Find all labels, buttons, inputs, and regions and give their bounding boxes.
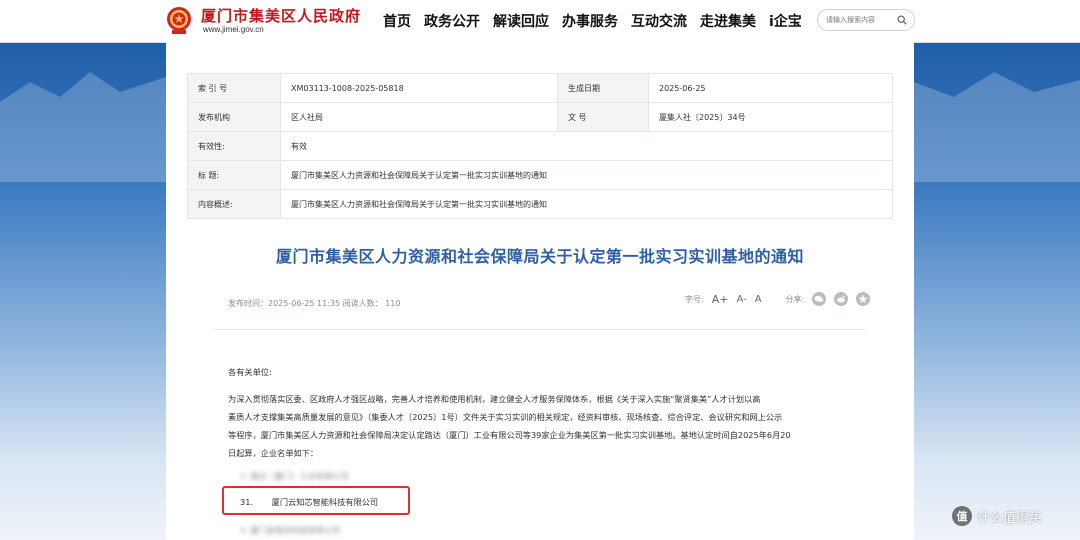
meta-docno-value: 厦集人社〔2025〕34号 (648, 102, 893, 132)
list-item-blurred: 4. 厦门金银岛科技有限公司 (240, 525, 341, 535)
meta-docno-label: 文 号 (557, 102, 649, 132)
meta-index-label: 索 引 号 (187, 73, 281, 103)
site-title[interactable]: 厦门市集美区人民政府 (201, 5, 361, 26)
font-default-button[interactable]: A (755, 294, 762, 305)
nav-interpretation[interactable]: 解读回应 (493, 11, 549, 31)
meta-agency-label: 发布机构 (187, 102, 281, 132)
meta-date-label: 生成日期 (557, 73, 649, 103)
highlight-annotation-box (222, 486, 410, 515)
architecture-decoration-right (914, 72, 1080, 182)
article-greeting: 各有关单位: (228, 367, 272, 377)
main-nav: 首页 政务公开 解读回应 办事服务 互动交流 走进集美 i企宝 (383, 11, 802, 31)
meta-title-value: 厦门市集美区人力资源和社会保障局关于认定第一批实习实训基地的通知 (280, 160, 893, 190)
architecture-decoration-left (0, 72, 166, 182)
content-panel: 索 引 号 XM03113-1008-2025-05818 生成日期 2025-… (166, 42, 914, 540)
nav-i-enterprise[interactable]: i企宝 (769, 11, 802, 31)
share-label: 分享: (785, 294, 805, 304)
national-emblem-icon (167, 7, 191, 34)
search-box (817, 9, 915, 31)
paragraph-line: 素质人才支撑集美高质量发展的意见》（集委人才〔2025〕1号）文件关于实习实训的… (228, 412, 783, 422)
font-increase-button[interactable]: A+ (712, 293, 729, 306)
font-size-label: 字号: (685, 294, 704, 304)
meta-agency-value: 区人社局 (280, 102, 558, 132)
wechat-icon[interactable] (812, 292, 827, 306)
meta-summary-value: 厦门市集美区人力资源和社会保障局关于认定第一批实习实训基地的通知 (280, 189, 893, 219)
meta-index-value: XM03113-1008-2025-05818 (280, 73, 558, 103)
meta-summary-label: 内容概述: (187, 189, 281, 219)
paragraph-line: 日起算，企业名单如下： (228, 448, 319, 458)
document-metadata-table: 索 引 号 XM03113-1008-2025-05818 生成日期 2025-… (187, 73, 893, 219)
site-domain: www.jimei.gov.cn (203, 25, 264, 34)
watermark-logo: 值 (952, 506, 972, 526)
article-divider (214, 329, 865, 330)
qzone-icon[interactable] (856, 292, 871, 306)
article-tools: 字号: A+ A- A 分享: (685, 292, 871, 306)
nav-about-jimei[interactable]: 走进集美 (700, 11, 756, 31)
paragraph-line: 等程序，厦门市集美区人力资源和社会保障局决定认定路达（厦门）工业有限公司等39家… (228, 430, 791, 440)
watermark: 值 什么值得买 (952, 506, 1042, 526)
font-decrease-button[interactable]: A- (736, 294, 746, 305)
nav-government-affairs[interactable]: 政务公开 (424, 11, 480, 31)
nav-interaction[interactable]: 互动交流 (631, 11, 687, 31)
site-header: 厦门市集美区人民政府 www.jimei.gov.cn 首页 政务公开 解读回应… (0, 0, 1080, 43)
search-icon[interactable] (897, 15, 907, 25)
search-input[interactable] (826, 13, 892, 27)
nav-home[interactable]: 首页 (383, 11, 411, 31)
weibo-icon[interactable] (834, 292, 849, 306)
paragraph-line: 为深入贯彻落实区委、区政府人才强区战略，完善人才培养和使用机制，建立健全人才服务… (228, 394, 761, 404)
meta-date-value: 2025-06-25 (648, 73, 893, 103)
article-publish-info: 发布时间：2025-06-25 11:35 阅读人数： 110 (228, 299, 401, 308)
article-title: 厦门市集美区人力资源和社会保障局关于认定第一批实习实训基地的通知 (275, 247, 804, 266)
nav-services[interactable]: 办事服务 (562, 11, 618, 31)
article-paragraph: 为深入贯彻落实区委、区政府人才强区战略，完善人才培养和使用机制，建立健全人才服务… (228, 390, 854, 462)
meta-validity-label: 有效性: (187, 131, 281, 161)
meta-validity-value: 有效 (280, 131, 893, 161)
meta-title-label: 标 题: (187, 160, 281, 190)
list-item-blurred: 1. 路达（厦门）工业有限公司 (240, 471, 349, 481)
watermark-text: 什么值得买 (977, 510, 1043, 526)
